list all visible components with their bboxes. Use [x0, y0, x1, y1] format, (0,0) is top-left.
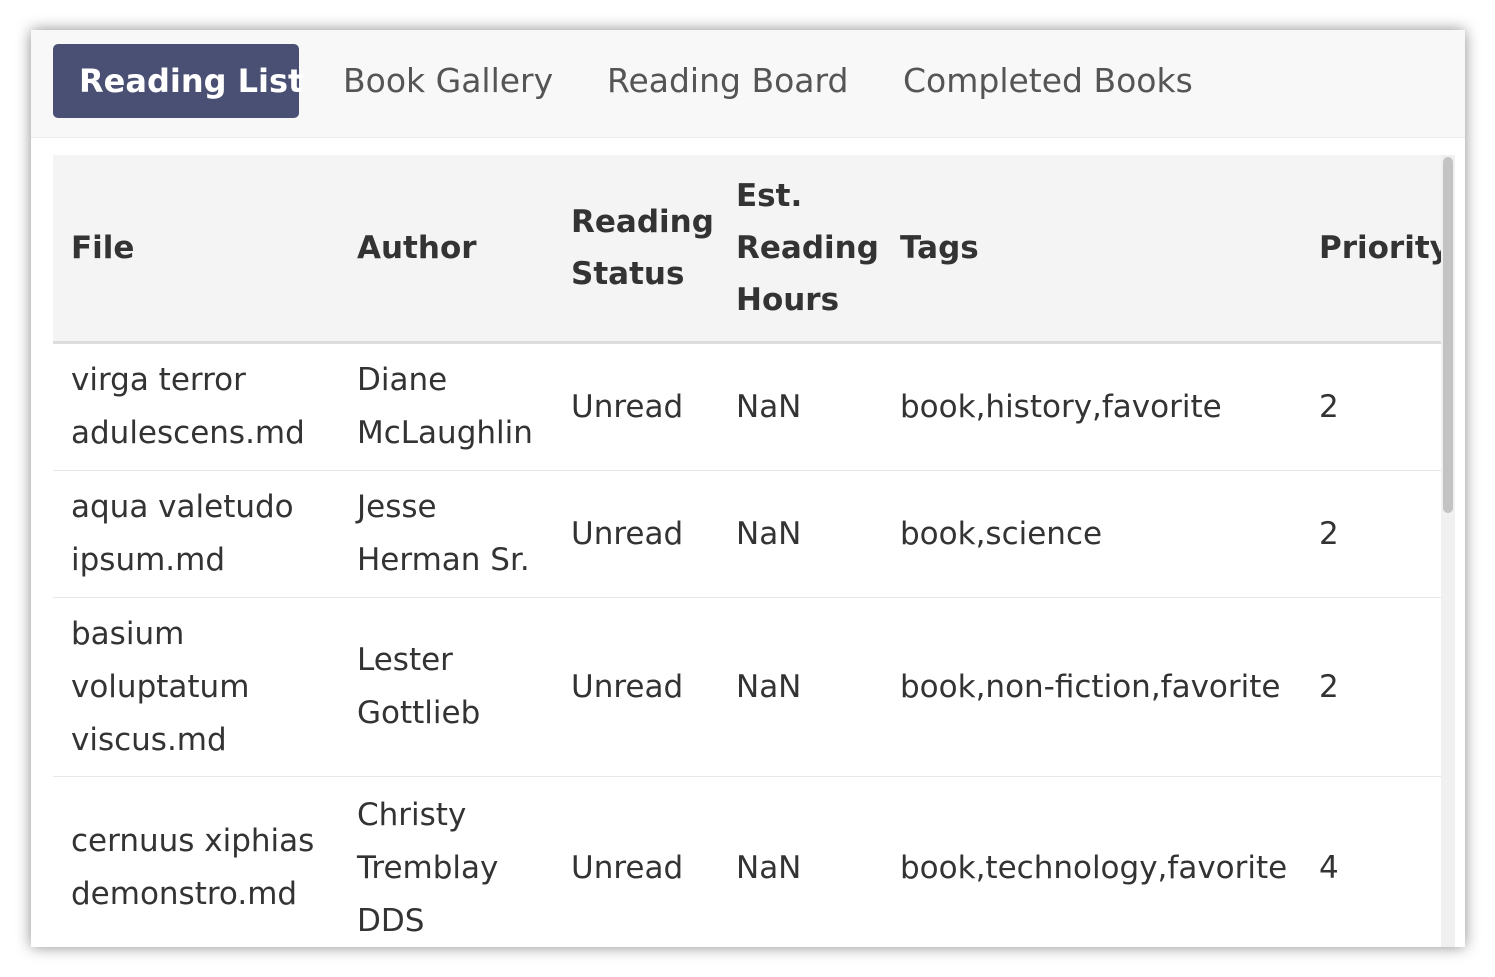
- tab-book-gallery[interactable]: Book Gallery: [343, 44, 553, 118]
- header-file[interactable]: File: [71, 155, 351, 341]
- cell-author: Christy Tremblay DDS: [357, 796, 499, 939]
- view-tab-bar: Reading List Book Gallery Reading Board …: [31, 30, 1465, 138]
- header-priority[interactable]: Priority: [1319, 155, 1441, 341]
- cell-author: Diane McLaughlin: [357, 362, 533, 451]
- cell-status: Unread: [571, 849, 684, 886]
- tab-completed-books[interactable]: Completed Books: [903, 44, 1193, 118]
- cell-priority: 2: [1319, 515, 1339, 552]
- cell-hours: NaN: [736, 515, 802, 552]
- table-row[interactable]: virga terror adulescens.md Diane McLaugh…: [53, 344, 1441, 471]
- reading-list-table: File Author Reading Status Est. Reading …: [53, 155, 1441, 947]
- scrollbar-thumb[interactable]: [1443, 157, 1453, 513]
- cell-file[interactable]: basium voluptatum viscus.md: [71, 598, 271, 776]
- cell-tags: book,technology,favorite: [900, 849, 1288, 886]
- cell-hours: NaN: [736, 668, 802, 705]
- cell-priority: 4: [1319, 849, 1339, 886]
- table-row[interactable]: cernuus xiphias demonstro.md Christy Tre…: [53, 777, 1441, 947]
- header-tags[interactable]: Tags: [900, 155, 1320, 341]
- header-est-reading-hours[interactable]: Est. Reading Hours: [736, 155, 879, 341]
- cell-tags: book,history,favorite: [900, 388, 1222, 425]
- cell-priority: 2: [1319, 668, 1339, 705]
- cell-file[interactable]: aqua valetudo ipsum.md: [71, 471, 351, 597]
- app-window: Reading List Book Gallery Reading Board …: [31, 30, 1465, 947]
- tab-reading-list[interactable]: Reading List: [53, 44, 303, 118]
- cell-file[interactable]: cernuus xiphias demonstro.md: [71, 777, 351, 947]
- tab-reading-board[interactable]: Reading Board: [607, 44, 848, 118]
- cell-status: Unread: [571, 668, 684, 705]
- vertical-scrollbar[interactable]: [1441, 155, 1455, 947]
- cell-priority: 2: [1319, 388, 1339, 425]
- cell-author: Jesse Herman Sr.: [357, 489, 530, 578]
- cell-status: Unread: [571, 515, 684, 552]
- cell-file[interactable]: virga terror adulescens.md: [71, 344, 351, 470]
- table-row[interactable]: basium voluptatum viscus.md Lester Gottl…: [53, 598, 1441, 777]
- cell-tags: book,science: [900, 515, 1103, 552]
- cell-hours: NaN: [736, 849, 802, 886]
- cell-status: Unread: [571, 388, 684, 425]
- table-header: File Author Reading Status Est. Reading …: [53, 155, 1441, 344]
- table-row[interactable]: aqua valetudo ipsum.md Jesse Herman Sr. …: [53, 471, 1441, 598]
- cell-tags: book,non-fiction,favorite: [900, 668, 1281, 705]
- header-reading-status[interactable]: Reading Status: [571, 155, 714, 341]
- header-author[interactable]: Author: [357, 155, 557, 341]
- cell-author: Lester Gottlieb: [357, 642, 481, 731]
- cell-hours: NaN: [736, 388, 802, 425]
